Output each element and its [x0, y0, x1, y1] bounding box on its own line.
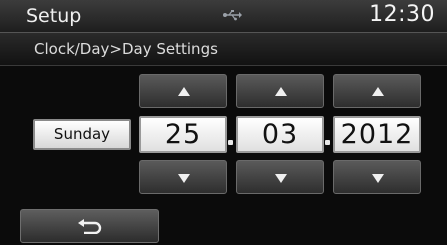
separator-dot [228, 140, 233, 145]
breadcrumb-bar: Clock/Day>Day Settings [0, 33, 447, 66]
up-arrow-icon [178, 87, 190, 96]
day-down-button[interactable] [139, 160, 227, 194]
year-field[interactable]: 2012 [333, 116, 421, 153]
usb-icon [223, 10, 242, 21]
page-title: Setup [26, 5, 82, 27]
month-down-button[interactable] [236, 160, 324, 194]
breadcrumb: Clock/Day>Day Settings [34, 40, 218, 58]
up-arrow-icon [372, 87, 384, 96]
up-arrow-icon [275, 87, 287, 96]
day-field[interactable]: 25 [139, 116, 227, 153]
month-up-button[interactable] [236, 74, 324, 108]
down-arrow-icon [372, 174, 384, 183]
back-button[interactable] [20, 209, 159, 243]
down-arrow-icon [178, 174, 190, 183]
separator-dot [325, 140, 330, 145]
month-field[interactable]: 03 [236, 116, 324, 153]
day-up-button[interactable] [139, 74, 227, 108]
clock: 12:30 [369, 2, 435, 27]
down-arrow-icon [275, 174, 287, 183]
year-down-button[interactable] [333, 160, 421, 194]
back-arrow-icon [78, 219, 102, 234]
header-bar: Setup 12:30 [0, 0, 447, 33]
weekday-button[interactable]: Sunday [33, 119, 131, 150]
screen: Setup 12:30 Clock/Day>Day Settings Sunda… [0, 0, 447, 245]
year-up-button[interactable] [333, 74, 421, 108]
